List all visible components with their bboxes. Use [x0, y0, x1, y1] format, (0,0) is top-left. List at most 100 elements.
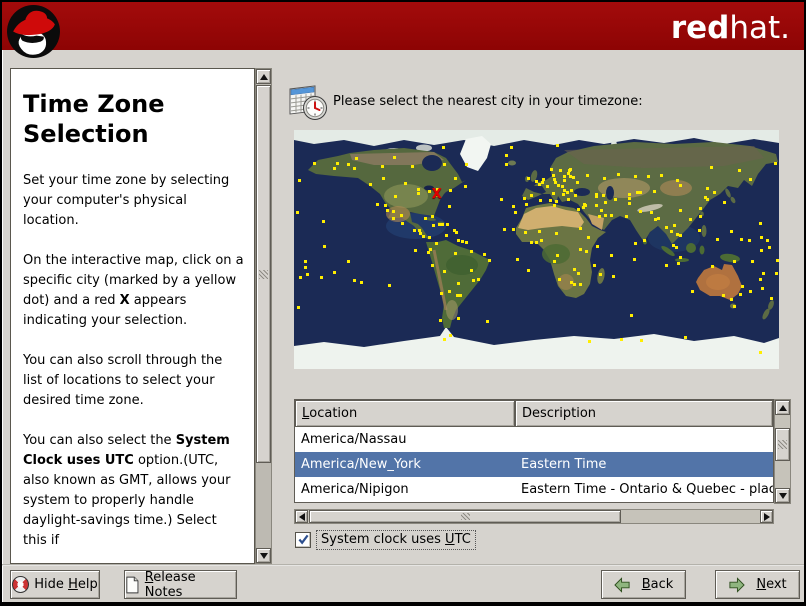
- city-dot[interactable]: [609, 214, 613, 218]
- city-dot[interactable]: [597, 215, 601, 219]
- city-dot[interactable]: [347, 162, 351, 166]
- city-dot[interactable]: [759, 277, 763, 281]
- city-dot[interactable]: [594, 203, 598, 207]
- next-button[interactable]: Next: [715, 570, 800, 599]
- city-dot[interactable]: [447, 205, 451, 209]
- city-dot[interactable]: [649, 211, 653, 215]
- cell-description[interactable]: Eastern Time: [515, 452, 773, 477]
- city-dot[interactable]: [442, 163, 446, 167]
- table-scroll-down-button[interactable]: [775, 488, 790, 503]
- city-dot[interactable]: [306, 273, 310, 277]
- city-dot[interactable]: [709, 165, 713, 169]
- city-dot[interactable]: [638, 190, 642, 194]
- city-dot[interactable]: [551, 174, 555, 178]
- city-dot[interactable]: [453, 177, 457, 181]
- city-dot[interactable]: [566, 197, 570, 201]
- city-dot[interactable]: [515, 258, 519, 262]
- utc-checkbox-label[interactable]: System clock uses UTC: [316, 530, 476, 550]
- city-dot[interactable]: [524, 203, 528, 207]
- table-row[interactable]: America/Nassau: [295, 427, 773, 452]
- column-header-description[interactable]: Description: [515, 400, 773, 427]
- city-dot[interactable]: [705, 187, 709, 191]
- city-dot[interactable]: [602, 194, 606, 198]
- city-dot[interactable]: [539, 239, 543, 243]
- city-dot[interactable]: [627, 196, 631, 200]
- table-row[interactable]: America/New_York Eastern Time: [295, 452, 773, 477]
- city-dot[interactable]: [332, 167, 336, 170]
- city-dot[interactable]: [741, 284, 745, 288]
- city-dot[interactable]: [562, 175, 566, 179]
- city-dot[interactable]: [698, 228, 701, 232]
- city-dot[interactable]: [588, 339, 592, 343]
- city-dot[interactable]: [336, 161, 339, 165]
- city-dot[interactable]: [653, 189, 657, 193]
- city-dot[interactable]: [774, 162, 778, 166]
- city-dot[interactable]: [382, 176, 386, 180]
- city-dot[interactable]: [765, 238, 769, 242]
- city-dot[interactable]: [380, 165, 384, 168]
- city-dot[interactable]: [500, 197, 504, 201]
- city-dot[interactable]: [572, 282, 576, 286]
- city-dot[interactable]: [576, 271, 580, 275]
- city-dot[interactable]: [560, 184, 564, 188]
- city-dot[interactable]: [739, 238, 743, 242]
- city-dot[interactable]: [530, 194, 533, 198]
- city-dot[interactable]: [391, 217, 395, 221]
- city-dot[interactable]: [476, 278, 480, 282]
- city-dot[interactable]: [399, 213, 403, 217]
- city-dot[interactable]: [628, 202, 632, 206]
- city-dot[interactable]: [375, 202, 379, 206]
- city-dot[interactable]: [551, 192, 555, 196]
- city-dot[interactable]: [598, 273, 602, 277]
- city-dot[interactable]: [625, 214, 629, 218]
- city-dot[interactable]: [633, 174, 637, 178]
- city-dot[interactable]: [554, 200, 558, 204]
- city-dot[interactable]: [569, 280, 573, 284]
- city-dot[interactable]: [596, 245, 600, 249]
- city-dot[interactable]: [629, 313, 633, 317]
- city-dot[interactable]: [440, 223, 444, 227]
- city-dot[interactable]: [298, 276, 302, 280]
- city-dot[interactable]: [522, 196, 526, 200]
- city-dot[interactable]: [421, 234, 425, 238]
- help-scroll-down-button[interactable]: [256, 548, 271, 563]
- city-dot[interactable]: [549, 168, 553, 172]
- help-scrollbar-thumb[interactable]: [256, 85, 271, 463]
- cell-location[interactable]: America/Nipigon: [295, 477, 515, 502]
- city-dot[interactable]: [656, 216, 660, 220]
- city-dot[interactable]: [678, 208, 682, 212]
- table-scroll-up-button[interactable]: [775, 400, 790, 415]
- city-dot[interactable]: [698, 206, 702, 210]
- city-dot[interactable]: [683, 336, 687, 340]
- city-dot[interactable]: [416, 192, 420, 196]
- city-dot[interactable]: [698, 214, 702, 218]
- help-scroll-up-button[interactable]: [256, 69, 271, 84]
- city-dot[interactable]: [570, 189, 574, 193]
- city-dot[interactable]: [369, 182, 373, 186]
- city-dot[interactable]: [427, 250, 431, 254]
- city-dot[interactable]: [537, 230, 541, 234]
- city-dot[interactable]: [444, 234, 448, 238]
- city-dot[interactable]: [401, 222, 405, 226]
- city-dot[interactable]: [529, 240, 533, 244]
- city-dot[interactable]: [296, 210, 299, 214]
- city-dot[interactable]: [385, 209, 389, 213]
- city-dot[interactable]: [428, 189, 432, 193]
- city-dot[interactable]: [573, 268, 577, 272]
- city-dot[interactable]: [431, 263, 435, 267]
- city-dot[interactable]: [472, 279, 476, 283]
- city-dot[interactable]: [640, 339, 644, 343]
- city-dot[interactable]: [733, 304, 737, 308]
- city-dot[interactable]: [604, 200, 608, 204]
- city-dot[interactable]: [539, 199, 543, 203]
- city-dot[interactable]: [578, 227, 582, 231]
- city-dot[interactable]: [750, 260, 754, 264]
- city-dot[interactable]: [312, 162, 316, 166]
- cell-location[interactable]: America/New_York: [295, 452, 515, 477]
- city-dot[interactable]: [534, 240, 538, 244]
- city-dot[interactable]: [721, 294, 725, 298]
- city-dot[interactable]: [464, 241, 468, 245]
- city-dot[interactable]: [514, 210, 518, 214]
- city-dot[interactable]: [555, 231, 559, 235]
- city-dot[interactable]: [566, 191, 570, 195]
